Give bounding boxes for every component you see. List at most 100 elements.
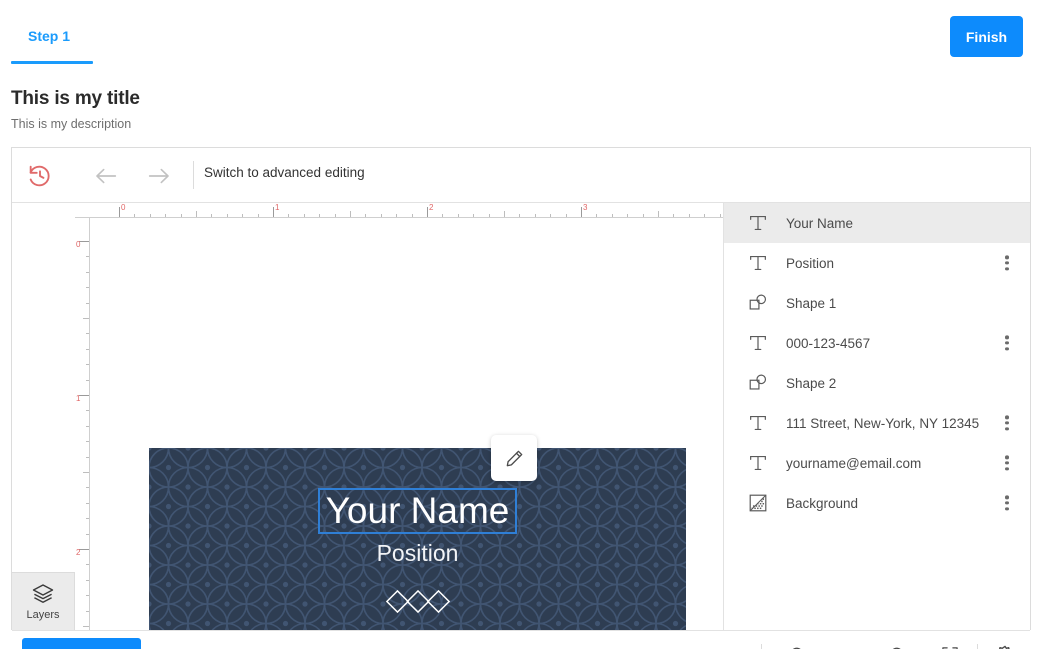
layer-label: yourname@email.com	[786, 455, 922, 471]
ruler-label: 3	[583, 203, 588, 212]
ruler-tick	[83, 318, 89, 319]
card-position-text[interactable]: Position	[377, 540, 459, 567]
ruler-tick	[534, 214, 536, 217]
layers-stack-icon	[32, 584, 54, 603]
ruler-tick	[611, 214, 613, 217]
ruler-tick	[86, 271, 89, 273]
ruler-tick	[86, 348, 89, 350]
ruler-tick	[86, 302, 89, 304]
ruler-tick	[581, 207, 582, 217]
ruler-tick	[86, 502, 89, 504]
finish-button[interactable]: Finish	[950, 16, 1023, 57]
layer-row[interactable]: 111 Street, New-York, NY 12345	[724, 403, 1030, 443]
shape-layer-icon	[747, 292, 769, 314]
ruler-tick	[242, 214, 244, 217]
layer-overflow-menu-icon[interactable]	[1005, 333, 1009, 352]
text-layer-icon	[747, 412, 769, 434]
ruler-tick	[79, 241, 89, 242]
layer-overflow-menu-icon[interactable]	[1005, 413, 1009, 432]
ruler-tick	[86, 456, 89, 458]
ruler-tick	[83, 626, 89, 627]
layer-label: Background	[786, 495, 859, 511]
layer-row[interactable]: Shape 1	[724, 283, 1030, 323]
ruler-label: 2	[429, 203, 434, 212]
bottom-divider-2	[977, 644, 978, 649]
ruler-tick	[86, 487, 89, 489]
layer-label: Position	[786, 255, 835, 271]
layer-overflow-menu-icon[interactable]	[1005, 493, 1009, 512]
ruler-label: 0	[76, 240, 81, 249]
card-name-text[interactable]: Your Name	[317, 488, 518, 534]
ruler-tick	[79, 395, 89, 396]
ruler-tick	[380, 214, 382, 217]
text-layer-icon	[747, 332, 769, 354]
ruler-tick	[86, 518, 89, 520]
top-bar: Step 1 Finish	[0, 0, 1042, 66]
front-side-button[interactable]: Front side	[22, 638, 141, 649]
layers-panel: Your Name Position Shape 1 000-123-4567 Shap…	[723, 203, 1030, 630]
layer-label: Shape 1	[786, 295, 837, 311]
design-editor-app: Step 1 Finish This is my title This is m…	[0, 0, 1042, 649]
fit-to-screen-icon[interactable]	[940, 645, 960, 649]
editor-bottom-bar: Front side Back side Rotate 160.1%	[12, 630, 1030, 649]
business-card-artboard[interactable]: Your Name Position 000-123-4567	[149, 448, 686, 630]
ruler-tick	[86, 595, 89, 597]
ruler-tick	[473, 214, 475, 217]
layer-overflow-menu-icon[interactable]	[1005, 253, 1009, 272]
tab-active-underline	[11, 61, 93, 64]
zoom-out-icon[interactable]	[788, 645, 808, 649]
toolbar-divider	[193, 161, 194, 189]
redo-arrow-icon[interactable]	[145, 162, 173, 190]
sidebar-item-layers[interactable]: Layers	[12, 572, 75, 630]
zoom-in-icon[interactable]	[888, 645, 908, 649]
ruler-label: 2	[76, 548, 81, 557]
shape-layer-icon	[747, 372, 769, 394]
ruler-tick	[86, 533, 89, 535]
shape-1-ornament[interactable]	[385, 589, 451, 620]
layer-label: Shape 2	[786, 375, 837, 391]
ruler-tick	[334, 214, 336, 217]
layer-row[interactable]: Background	[724, 483, 1030, 523]
layer-row[interactable]: Your Name	[724, 203, 1030, 243]
ruler-tick	[273, 207, 274, 217]
layer-row[interactable]: 000-123-4567	[724, 323, 1030, 363]
ruler-tick	[396, 214, 398, 217]
text-layer-icon	[747, 452, 769, 474]
page-description: This is my description	[11, 117, 132, 131]
ruler-tick	[427, 207, 428, 217]
ruler-tick	[719, 214, 721, 217]
ruler-tick	[442, 214, 444, 217]
ruler-label: 0	[121, 203, 126, 212]
ruler-tick	[688, 214, 690, 217]
undo-arrow-icon[interactable]	[92, 162, 120, 190]
layer-row[interactable]: yourname@email.com	[724, 443, 1030, 483]
ruler-tick	[596, 214, 598, 217]
canvas-area[interactable]: 0123 012 Your Name Position Layers	[12, 203, 723, 630]
ruler-tick	[196, 211, 197, 217]
ruler-tick	[673, 214, 675, 217]
history-revert-icon[interactable]	[26, 162, 54, 190]
ruler-tick	[180, 214, 182, 217]
bottom-divider-1	[761, 644, 762, 649]
ruler-tick	[565, 214, 567, 217]
ruler-tick	[86, 441, 89, 443]
ruler-tick	[488, 214, 490, 217]
ruler-tick	[86, 579, 89, 581]
ruler-tick	[627, 214, 629, 217]
ruler-tick	[86, 287, 89, 289]
page-title: This is my title	[11, 88, 140, 109]
switch-advanced-editing-button[interactable]: Switch to advanced editing	[204, 165, 365, 180]
pencil-edit-icon[interactable]	[491, 435, 537, 481]
ruler-tick	[86, 610, 89, 612]
ruler-tick	[658, 211, 659, 217]
ruler-label: 1	[76, 394, 81, 403]
layer-overflow-menu-icon[interactable]	[1005, 453, 1009, 472]
layer-label: 111 Street, New-York, NY 12345	[786, 415, 980, 431]
layer-row[interactable]: Shape 2	[724, 363, 1030, 403]
gear-icon[interactable]	[994, 644, 1016, 649]
tab-step-1[interactable]: Step 1	[11, 28, 87, 44]
layer-row[interactable]: Position	[724, 243, 1030, 283]
ruler-tick	[642, 214, 644, 217]
ruler-tick	[119, 207, 120, 217]
image-layer-icon	[747, 492, 769, 514]
